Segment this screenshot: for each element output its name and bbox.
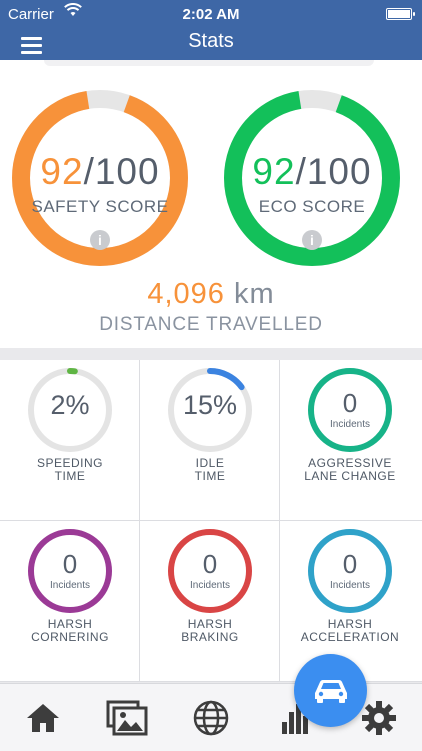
status-bar: Carrier 2:02 AM [0, 0, 422, 28]
safety-info-icon[interactable]: i [90, 230, 110, 250]
metric-harsh-braking[interactable]: 0 Incidents HARSH BRAKING [140, 521, 280, 682]
settings-icon[interactable] [359, 698, 399, 738]
cornering-sub: Incidents [49, 580, 91, 591]
eco-score-ring[interactable]: 92/100 ECO SCORE i [222, 88, 402, 268]
acceleration-value: 0 [342, 549, 358, 579]
gallery-icon[interactable] [106, 698, 148, 738]
acceleration-label: HARSH ACCELERATION [300, 617, 400, 644]
safety-score-label: SAFETY SCORE [31, 197, 169, 216]
battery-icon [386, 8, 415, 20]
metric-speeding-time[interactable]: 2% SPEEDING TIME [0, 360, 140, 521]
scores-card: 92/100 SAFETY SCORE i 92/100 ECO SCORE i… [0, 60, 422, 348]
car-icon [315, 680, 347, 703]
home-icon[interactable] [23, 698, 63, 738]
speeding-label: SPEEDING TIME [36, 456, 103, 483]
cornering-value: 0 [62, 549, 78, 579]
acceleration-sub: Incidents [329, 580, 371, 591]
safety-score-value: 92/100 [40, 151, 160, 192]
braking-value: 0 [202, 549, 218, 579]
metric-harsh-acceleration[interactable]: 0 Incidents HARSH ACCELERATION [280, 521, 422, 682]
card-edge [44, 60, 374, 66]
nav-bar: Stats [0, 28, 422, 60]
globe-icon[interactable] [191, 698, 231, 738]
lane-change-sub: Incidents [329, 419, 371, 430]
braking-sub: Incidents [189, 580, 231, 591]
metrics-grid: 2% SPEEDING TIME 15% IDLE TIME 0 Incidents… [0, 360, 422, 682]
idle-label: IDLE TIME [194, 456, 226, 483]
page-title: Stats [188, 30, 234, 52]
eco-info-icon[interactable]: i [302, 230, 322, 250]
eco-score-label: ECO SCORE [258, 197, 366, 216]
distance-value: 4,096 km [147, 278, 275, 310]
status-time: 2:02 AM [182, 6, 240, 23]
lane-change-label: AGGRESSIVE LANE CHANGE [304, 456, 396, 483]
eco-score-value: 92/100 [252, 151, 372, 192]
braking-label: HARSH BRAKING [181, 617, 239, 644]
speeding-value: 2% [50, 390, 90, 420]
safety-score-ring[interactable]: 92/100 SAFETY SCORE i [10, 88, 190, 268]
metric-idle-time[interactable]: 15% IDLE TIME [140, 360, 280, 521]
metric-harsh-cornering[interactable]: 0 Incidents HARSH CORNERING [0, 521, 140, 682]
distance-label: DISTANCE TRAVELLED [99, 314, 323, 335]
cornering-label: HARSH CORNERING [31, 617, 109, 644]
car-fab-button[interactable] [294, 654, 367, 727]
lane-change-value: 0 [342, 388, 358, 418]
idle-value: 15% [182, 390, 238, 420]
metric-aggressive-lane-change[interactable]: 0 Incidents AGGRESSIVE LANE CHANGE [280, 360, 422, 521]
